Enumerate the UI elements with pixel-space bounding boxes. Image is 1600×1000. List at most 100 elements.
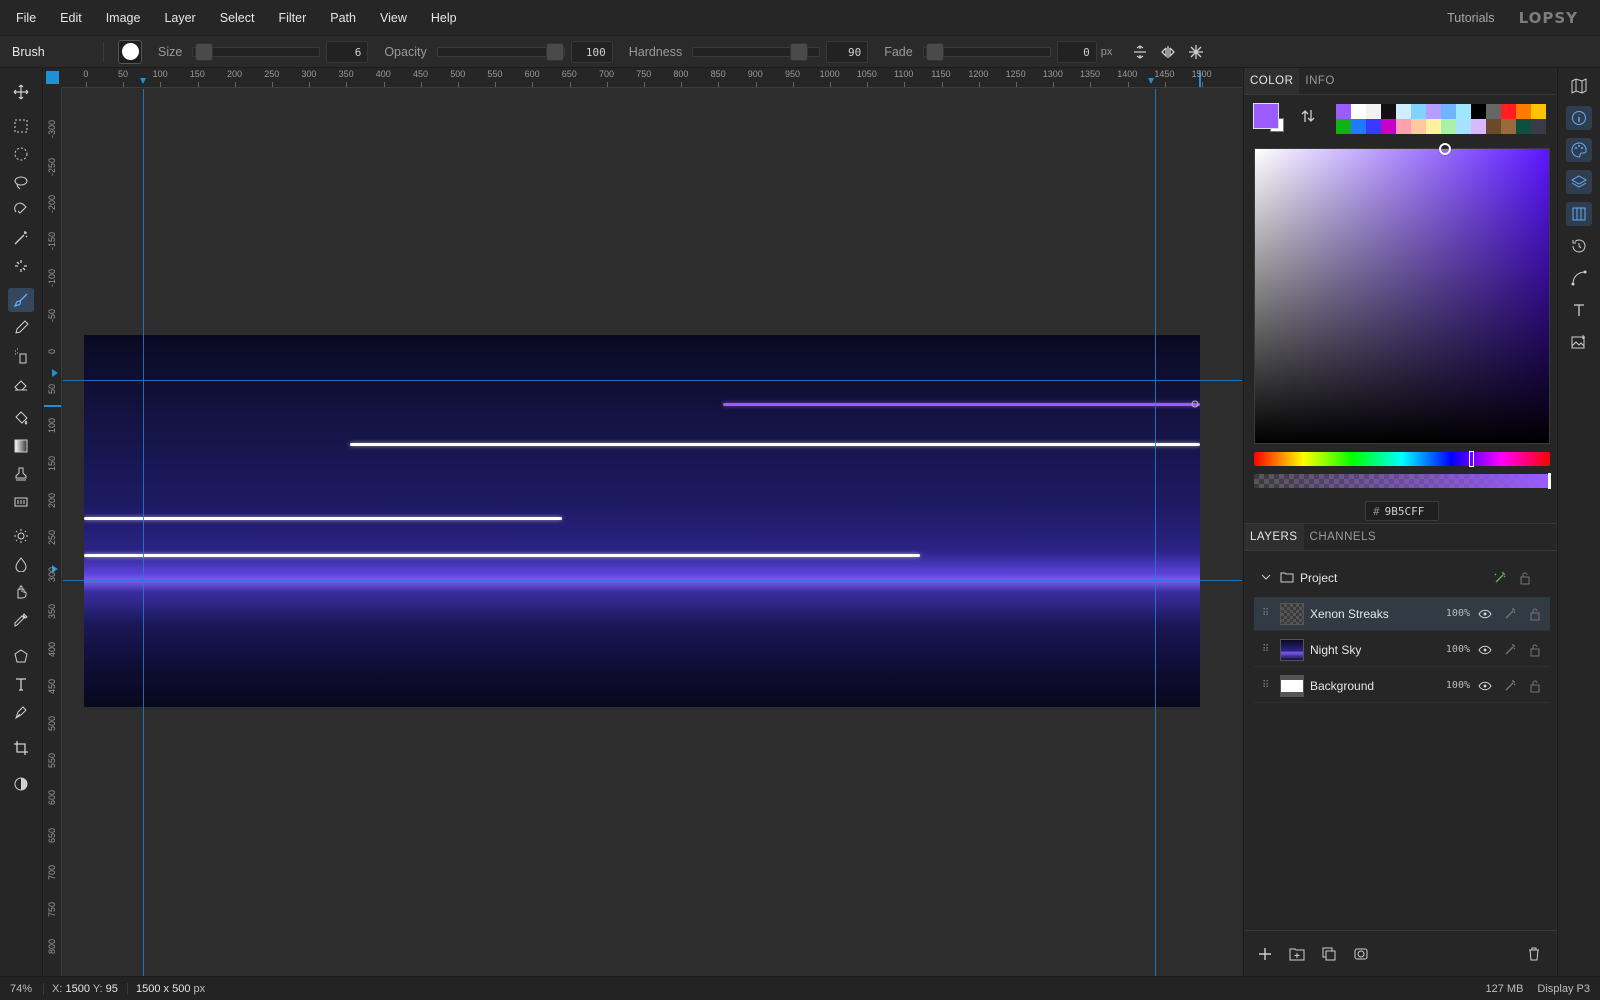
ruler-origin[interactable]	[44, 68, 62, 88]
document-canvas[interactable]	[84, 335, 1200, 707]
symmetry-horizontal-icon[interactable]	[1158, 42, 1178, 62]
pen-tool-icon[interactable]	[8, 700, 34, 724]
text-tool-icon[interactable]	[8, 672, 34, 696]
ellipse-select-icon[interactable]	[8, 142, 34, 166]
zoom-level[interactable]: 74%	[0, 982, 44, 995]
horizontal-ruler[interactable]: 0 50 100 150 200 250 300 350 400 450 500 550 600 650 7…	[62, 68, 1242, 88]
quick-mask-icon[interactable]	[8, 772, 34, 796]
layer-fx-icon[interactable]	[1500, 607, 1520, 621]
palette-swatch[interactable]	[1351, 119, 1366, 134]
clone-stamp-icon[interactable]	[8, 462, 34, 486]
pattern-stamp-icon[interactable]	[8, 490, 34, 514]
palette-swatch[interactable]	[1426, 104, 1441, 119]
swap-colors-icon[interactable]	[1300, 108, 1316, 127]
layer-row-night-sky[interactable]: ⠿ Night Sky 100%	[1254, 633, 1550, 667]
navigator-map-icon[interactable]	[1566, 74, 1592, 98]
palette-swatch[interactable]	[1351, 104, 1366, 119]
dodge-icon[interactable]	[8, 524, 34, 548]
history-icon[interactable]	[1566, 234, 1592, 258]
fade-input[interactable]: 0	[1056, 40, 1097, 63]
palette-swatch[interactable]	[1516, 119, 1531, 134]
menu-image[interactable]: Image	[98, 11, 149, 25]
pencil-icon[interactable]	[8, 316, 34, 340]
visibility-eye-icon[interactable]	[1475, 645, 1495, 655]
palette-swatch[interactable]	[1441, 119, 1456, 134]
brush-preset-picker[interactable]	[118, 39, 142, 64]
delete-layer-icon[interactable]	[1523, 943, 1545, 965]
gradient-icon[interactable]	[8, 434, 34, 458]
size-slider-thumb[interactable]	[195, 42, 214, 61]
palette-swatch[interactable]	[1366, 119, 1381, 134]
layer-mask-icon[interactable]	[1350, 943, 1372, 965]
tutorials-link[interactable]: Tutorials	[1447, 11, 1494, 25]
tab-layers[interactable]: LAYERS	[1244, 524, 1304, 550]
brush-tool-icon[interactable]	[8, 288, 34, 312]
palette-swatch[interactable]	[1396, 104, 1411, 119]
hue-slider[interactable]	[1254, 451, 1550, 467]
drag-handle-icon[interactable]: ⠿	[1262, 608, 1274, 619]
horizontal-guide-bottom[interactable]	[63, 580, 1242, 581]
opacity-input[interactable]: 100	[570, 40, 613, 63]
visibility-eye-icon[interactable]	[1475, 681, 1495, 691]
symmetry-vertical-icon[interactable]	[1130, 42, 1150, 62]
palette-swatch[interactable]	[1486, 119, 1501, 134]
layer-name[interactable]: Xenon Streaks	[1310, 607, 1436, 621]
group-lock-icon[interactable]	[1515, 571, 1535, 585]
layer-lock-icon[interactable]	[1525, 607, 1545, 621]
palette-swatch[interactable]	[1366, 104, 1381, 119]
palette-swatch[interactable]	[1411, 104, 1426, 119]
channels-icon[interactable]	[1566, 202, 1592, 226]
blur-icon[interactable]	[8, 552, 34, 576]
palette-swatch[interactable]	[1456, 104, 1471, 119]
quick-select-icon[interactable]	[8, 254, 34, 278]
layer-lock-icon[interactable]	[1525, 643, 1545, 657]
menu-view[interactable]: View	[372, 11, 415, 25]
palette-swatch[interactable]	[1411, 119, 1426, 134]
move-tool-icon[interactable]	[8, 80, 34, 104]
hardness-input[interactable]: 90	[826, 40, 869, 63]
hue-slider-handle[interactable]	[1468, 451, 1474, 467]
palette-swatch[interactable]	[1471, 104, 1486, 119]
foreground-color-swatch[interactable]	[1253, 103, 1279, 129]
layer-lock-icon[interactable]	[1525, 679, 1545, 693]
drag-handle-icon[interactable]: ⠿	[1262, 644, 1274, 655]
layer-row-xenon-streaks[interactable]: ⠿ Xenon Streaks 100%	[1254, 597, 1550, 631]
menu-layer[interactable]: Layer	[156, 11, 203, 25]
shape-tool-icon[interactable]	[8, 644, 34, 668]
saturation-value-picker[interactable]	[1254, 143, 1550, 444]
alpha-slider-handle[interactable]	[1548, 473, 1551, 489]
palette-swatch[interactable]	[1426, 119, 1441, 134]
visibility-eye-icon[interactable]	[1475, 609, 1495, 619]
menu-edit[interactable]: Edit	[52, 11, 90, 25]
eraser-icon[interactable]	[8, 372, 34, 396]
picker-handle[interactable]	[1439, 143, 1451, 155]
layer-name[interactable]: Background	[1310, 679, 1436, 693]
palette-swatch[interactable]	[1456, 119, 1471, 134]
add-group-icon[interactable]	[1286, 943, 1308, 965]
layer-fx-icon[interactable]	[1500, 643, 1520, 657]
vertical-guide-right[interactable]	[1155, 89, 1156, 976]
fade-slider-thumb[interactable]	[925, 42, 944, 61]
duplicate-layer-icon[interactable]	[1318, 943, 1340, 965]
palette-swatch[interactable]	[1531, 104, 1546, 119]
tab-channels[interactable]: CHANNELS	[1304, 524, 1383, 550]
fade-slider[interactable]	[922, 42, 1051, 61]
palette-swatch[interactable]	[1336, 104, 1351, 119]
menu-file[interactable]: File	[8, 11, 44, 25]
menu-path[interactable]: Path	[322, 11, 364, 25]
palette-swatch[interactable]	[1441, 104, 1456, 119]
lasso-icon[interactable]	[8, 170, 34, 194]
size-input[interactable]: 6	[326, 40, 369, 63]
layer-row-background[interactable]: ⠿ Background 100%	[1254, 669, 1550, 703]
opacity-slider[interactable]	[436, 42, 565, 61]
magnetic-lasso-icon[interactable]	[8, 198, 34, 222]
rect-select-icon[interactable]	[8, 114, 34, 138]
palette-swatch[interactable]	[1336, 119, 1351, 134]
palette-swatch[interactable]	[1501, 119, 1516, 134]
eyedropper-icon[interactable]	[8, 608, 34, 632]
tab-info[interactable]: INFO	[1299, 68, 1340, 94]
palette-swatch[interactable]	[1471, 119, 1486, 134]
paint-bucket-icon[interactable]	[8, 406, 34, 430]
menu-filter[interactable]: Filter	[270, 11, 314, 25]
layer-group-project[interactable]: Project	[1254, 561, 1550, 595]
